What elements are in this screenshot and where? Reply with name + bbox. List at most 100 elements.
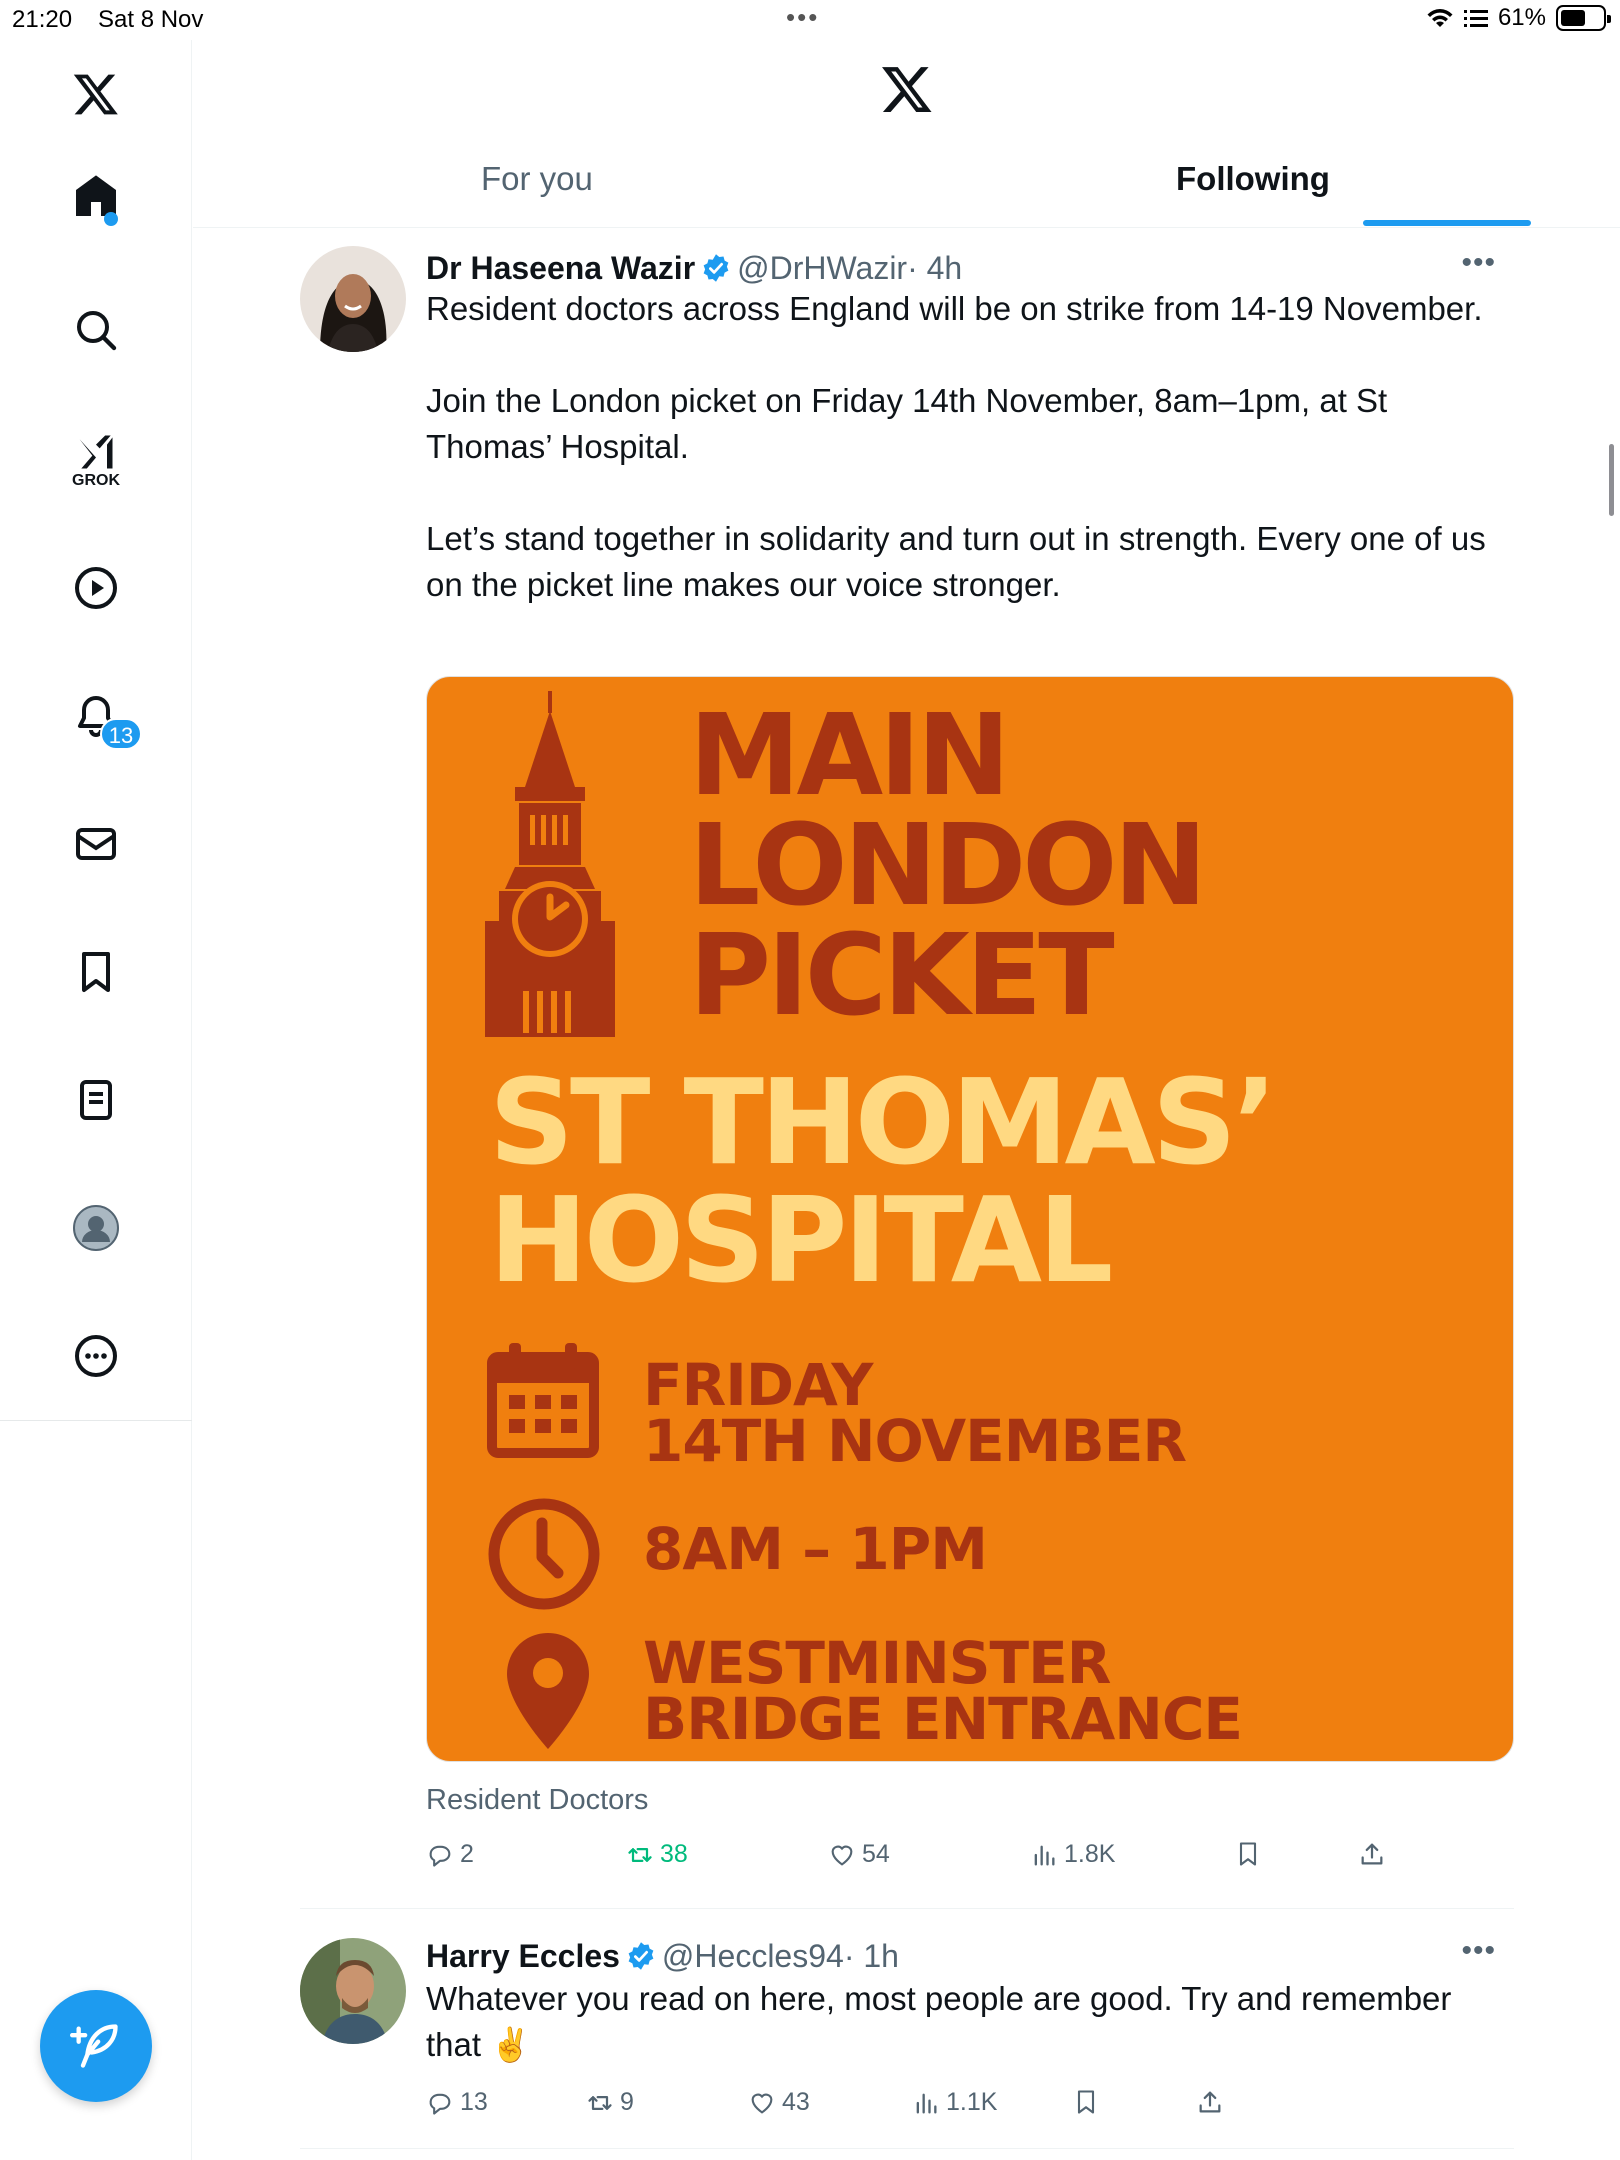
- avatar[interactable]: [300, 246, 406, 352]
- post-text: Whatever you read on here, most people a…: [426, 1980, 1452, 2063]
- tab-for-you[interactable]: For you: [481, 160, 593, 228]
- views-button[interactable]: 1.1K: [912, 2088, 997, 2117]
- active-tab-indicator: [1363, 220, 1531, 226]
- media-hospital-line: HOSPITAL: [489, 1171, 1113, 1309]
- post-header: Dr Haseena Wazir @DrHWazir· 4h: [426, 250, 962, 287]
- battery-icon: [1556, 5, 1611, 31]
- status-bar: 21:20 Sat 8 Nov ••• 61%: [0, 0, 1620, 40]
- compose-post-button[interactable]: [40, 1990, 152, 2102]
- media-hospital: ST THOMAS’ HOSPITAL: [489, 1063, 1278, 1309]
- media-time: 8AM – 1PM: [643, 1515, 988, 1583]
- reply-count: 13: [460, 2088, 488, 2116]
- tab-following[interactable]: Following: [1176, 160, 1330, 228]
- bookmark-icon: [1239, 1842, 1257, 1866]
- views-button[interactable]: 1.8K: [1030, 1840, 1115, 1869]
- x-logo-icon[interactable]: [56, 54, 136, 134]
- post-paragraph: Resident doctors across England will be …: [426, 290, 1483, 327]
- media-title: MAIN LONDON PICKET: [689, 691, 1207, 1041]
- reply-count: 2: [460, 1840, 474, 1868]
- reply-button[interactable]: 2: [426, 1840, 474, 1869]
- post-paragraph: Join the London picket on Friday 14th No…: [426, 382, 1388, 465]
- mail-icon: [76, 828, 116, 860]
- sidebar-item-label: GROK: [72, 472, 120, 489]
- sidebar-item-profile[interactable]: [56, 1188, 136, 1268]
- post-text: Resident doctors across England will be …: [426, 286, 1496, 608]
- media-title-line: PICKET: [689, 911, 1115, 1041]
- big-ben-icon: [485, 691, 615, 1037]
- author-name[interactable]: Dr Haseena Wazir: [426, 250, 695, 286]
- verified-badge-icon: [628, 1942, 654, 1970]
- post-time[interactable]: · 1h: [844, 1938, 899, 1974]
- media-date: FRIDAY 14TH NOVEMBER: [643, 1351, 1187, 1470]
- more-circle-icon: [75, 1335, 117, 1377]
- calendar-icon: [487, 1343, 599, 1458]
- clock-icon: [488, 1498, 600, 1610]
- media-location-line: WESTMINSTER: [643, 1629, 1111, 1697]
- play-icon: [75, 567, 117, 609]
- post-time[interactable]: · 4h: [907, 250, 962, 286]
- feather-plus-icon: [70, 2024, 118, 2068]
- post-header: Harry Eccles @Heccles94· 1h: [426, 1938, 899, 1975]
- author-name[interactable]: Harry Eccles: [426, 1938, 620, 1974]
- media-date-line: FRIDAY: [643, 1351, 873, 1419]
- bookmark-icon: [82, 952, 110, 992]
- view-count: 1.1K: [946, 2088, 998, 2116]
- sidebar-item-lists[interactable]: [56, 1060, 136, 1140]
- repost-icon: [628, 1847, 652, 1862]
- search-icon: [77, 311, 117, 351]
- repost-icon: [588, 2095, 612, 2110]
- media-title-line: LONDON: [689, 801, 1207, 931]
- media-title-line: MAIN: [689, 691, 1011, 821]
- like-button[interactable]: 54: [828, 1840, 890, 1869]
- like-button[interactable]: 43: [748, 2088, 810, 2117]
- status-date: Sat 8 Nov: [98, 6, 204, 33]
- repost-count: 38: [660, 1840, 688, 1868]
- post-divider: [300, 1908, 1514, 1909]
- views-chart-icon: [916, 2093, 937, 2113]
- profile-avatar-icon: [73, 1205, 119, 1251]
- media-caption[interactable]: Resident Doctors: [426, 1784, 648, 1817]
- bookmark-button[interactable]: [1072, 2088, 1100, 2116]
- sidebar-item-search[interactable]: [56, 290, 136, 370]
- notification-badge: 13: [100, 718, 142, 750]
- scrollbar[interactable]: [1609, 444, 1614, 516]
- bookmark-button[interactable]: [1234, 1840, 1262, 1868]
- list-icon: [80, 1080, 112, 1120]
- sidebar: GROK 13: [0, 40, 192, 2160]
- post-actions: 2 38 54 1.8K: [426, 1840, 1426, 1880]
- battery-percent: 61%: [1497, 4, 1546, 31]
- location-pin-icon: [507, 1633, 589, 1749]
- post-more-icon[interactable]: •••: [1461, 1934, 1496, 1968]
- sidebar-item-bookmarks[interactable]: [56, 932, 136, 1012]
- home-unread-dot: [104, 212, 118, 226]
- share-button[interactable]: [1196, 2088, 1224, 2116]
- x-logo-icon[interactable]: [880, 62, 934, 116]
- repost-button[interactable]: 38: [626, 1840, 688, 1869]
- share-icon: [1361, 1843, 1383, 1865]
- repost-count: 9: [620, 2088, 634, 2116]
- reply-button[interactable]: 13: [426, 2088, 488, 2117]
- post-divider: [300, 2148, 1514, 2149]
- sidebar-item-video[interactable]: [56, 548, 136, 628]
- views-chart-icon: [1034, 1845, 1055, 1865]
- reply-icon: [429, 2093, 451, 2115]
- sidebar-item-grok[interactable]: GROK: [56, 420, 136, 500]
- sidebar-item-messages[interactable]: [56, 804, 136, 884]
- multitasking-dots-icon[interactable]: •••: [786, 2, 819, 33]
- like-count: 43: [782, 2088, 810, 2116]
- sidebar-item-home[interactable]: [56, 156, 136, 236]
- repost-button[interactable]: 9: [586, 2088, 634, 2117]
- verified-badge-icon: [703, 254, 729, 282]
- avatar[interactable]: [300, 1938, 406, 2044]
- heart-icon: [831, 1845, 853, 1866]
- share-button[interactable]: [1358, 1840, 1386, 1868]
- post-image[interactable]: MAIN LONDON PICKET ST THOMAS’ HOSPITAL F…: [426, 676, 1514, 1762]
- sidebar-item-more[interactable]: [56, 1316, 136, 1396]
- grok-icon: [79, 435, 113, 469]
- status-time: 21:20: [12, 6, 73, 33]
- post-more-icon[interactable]: •••: [1461, 246, 1496, 280]
- author-handle[interactable]: @DrHWazir: [737, 250, 907, 286]
- reply-icon: [429, 1845, 451, 1867]
- author-handle[interactable]: @Heccles94: [662, 1938, 844, 1974]
- timeline-header: For you Following: [193, 40, 1620, 228]
